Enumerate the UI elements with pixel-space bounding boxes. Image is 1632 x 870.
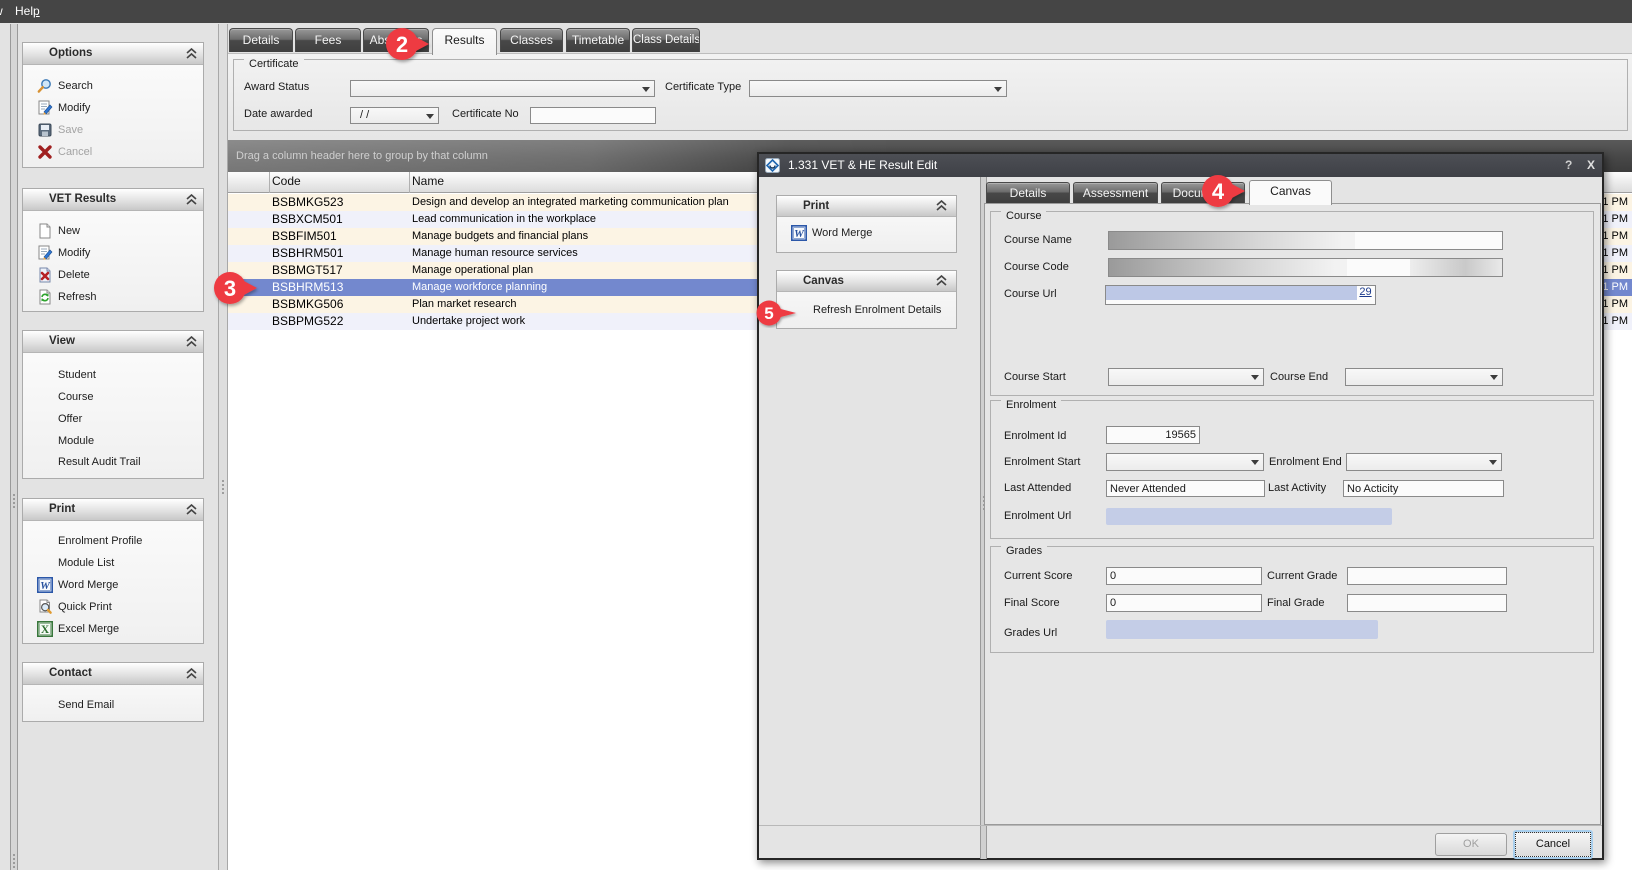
svg-text:5: 5 bbox=[764, 304, 773, 323]
svg-text:W: W bbox=[40, 580, 51, 592]
svg-text:3: 3 bbox=[224, 276, 236, 301]
svg-text:2: 2 bbox=[396, 32, 408, 57]
svg-text:W: W bbox=[794, 228, 805, 240]
svg-text:X: X bbox=[41, 624, 50, 636]
svg-text:4: 4 bbox=[1212, 179, 1225, 204]
